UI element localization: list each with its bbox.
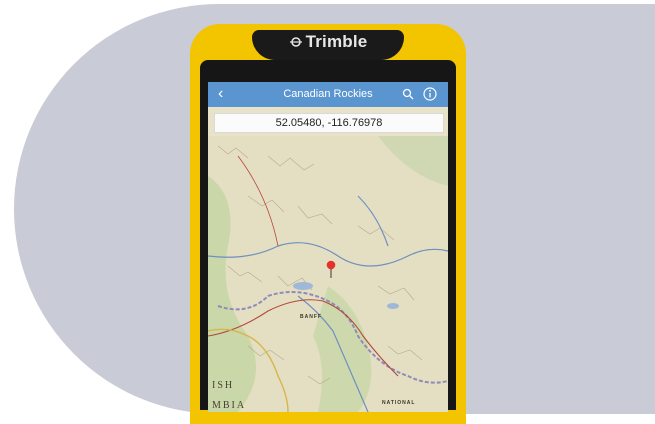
app-bar: ‹ Canadian Rockies (208, 82, 448, 107)
info-icon[interactable] (423, 87, 437, 101)
map-label-banff: BANFF (300, 314, 322, 320)
map-label-national: NATIONAL (382, 400, 416, 406)
map-pin-icon[interactable] (326, 260, 336, 278)
brand-name: Trimble (305, 32, 368, 51)
device-screen: ‹ Canadian Rockies 52.05480, -116.76978 (208, 82, 448, 412)
coordinates-bar: 52.05480, -116.76978 (214, 113, 444, 133)
brand-logo: Trimble (252, 32, 404, 52)
trimble-logo-icon (289, 37, 302, 47)
search-icon[interactable] (402, 88, 414, 100)
map-label-ish: ISH (212, 380, 235, 391)
